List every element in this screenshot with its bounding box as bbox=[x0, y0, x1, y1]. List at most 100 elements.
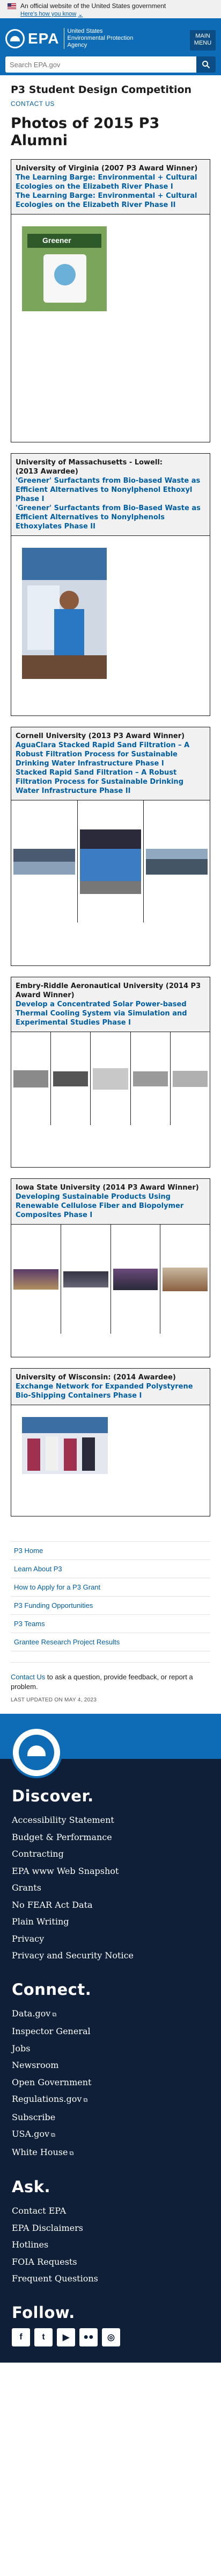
search-button[interactable] bbox=[196, 56, 216, 73]
epa-logo-text: EPA bbox=[28, 30, 60, 47]
footer-link[interactable]: Open Government bbox=[12, 2074, 209, 2091]
facebook-icon[interactable]: f bbox=[12, 2328, 30, 2346]
footer-link[interactable]: No FEAR Act Data bbox=[12, 1897, 209, 1914]
main-content: P3 Student Design Competition CONTACT US… bbox=[0, 75, 221, 1516]
flickr-icon[interactable]: ●● bbox=[79, 2328, 98, 2346]
alumni-box-uva: University of Virginia (2007 P3 Award Wi… bbox=[11, 159, 210, 442]
alumni-photo bbox=[93, 1068, 128, 1090]
search-icon bbox=[202, 61, 210, 69]
project-link[interactable]: The Learning Barge: Environmental + Cult… bbox=[16, 191, 205, 210]
project-link[interactable]: The Learning Barge: Environmental + Cult… bbox=[16, 173, 205, 191]
sidenav-item[interactable]: Learn About P3 bbox=[11, 1560, 210, 1578]
footer-link[interactable]: USA.gov ⧉ bbox=[12, 2126, 209, 2144]
how-you-know-link[interactable]: Here's how you know ⌄ bbox=[20, 11, 83, 18]
footer-link[interactable]: Hotlines bbox=[12, 2236, 209, 2253]
photo-cell bbox=[11, 800, 78, 922]
institution-name: University of Virginia (2007 P3 Award Wi… bbox=[16, 164, 198, 173]
project-link[interactable]: 'Greener' Surfactants from Bio-Based Was… bbox=[16, 504, 205, 531]
photo-cell bbox=[91, 1032, 131, 1125]
photo-caption-text: Greener bbox=[42, 236, 71, 245]
chevron-down-icon: ⌄ bbox=[78, 11, 83, 18]
connect-heading: Connect. bbox=[12, 1980, 92, 1999]
youtube-icon[interactable]: ▶ bbox=[57, 2328, 75, 2346]
footer-link[interactable]: Privacy bbox=[12, 1930, 209, 1948]
gov-banner: An official website of the United States… bbox=[0, 0, 221, 18]
us-flag-icon bbox=[8, 3, 16, 9]
search-input[interactable] bbox=[5, 56, 196, 73]
alumni-photo bbox=[63, 1271, 108, 1287]
alumni-box-embry-riddle: Embry-Riddle Aeronautical University (20… bbox=[11, 977, 210, 1168]
agency-name: United States Environmental Protection A… bbox=[63, 28, 133, 49]
alumni-photo bbox=[13, 1070, 49, 1087]
footer-link[interactable]: EPA www Web Snapshot bbox=[12, 1863, 209, 1880]
project-link[interactable]: Developing Sustainable Products Using Re… bbox=[16, 1192, 205, 1220]
photo-cell bbox=[160, 1225, 210, 1334]
project-link[interactable]: Stacked Rapid Sand Filtration – A Robust… bbox=[16, 768, 205, 796]
epa-logo[interactable]: EPA bbox=[5, 28, 60, 48]
footer-link[interactable]: Inspector General bbox=[12, 2023, 209, 2040]
page-title: Photos of 2015 P3 Alumni bbox=[11, 115, 160, 149]
discover-heading: Discover. bbox=[12, 1787, 94, 1805]
sidenav-item[interactable]: How to Apply for a P3 Grant bbox=[11, 1578, 210, 1597]
epa-footer-seal-icon bbox=[11, 1727, 62, 1778]
discover-list: Accessibility Statement Budget & Perform… bbox=[12, 1812, 209, 1964]
twitter-icon[interactable]: t bbox=[34, 2328, 53, 2346]
alumni-photo bbox=[13, 1269, 58, 1290]
p3-sidenav: P3 Home Learn About P3 How to Apply for … bbox=[11, 1541, 210, 1651]
photo-cell bbox=[61, 1225, 111, 1334]
footer-link[interactable]: Contracting bbox=[12, 1845, 209, 1863]
institution-name: Cornell University (2013 P3 Award Winner… bbox=[16, 732, 185, 740]
box-header: University of Wisconsin: (2014 Awardee) … bbox=[11, 1369, 210, 1405]
main-menu-button[interactable]: MAIN MENU bbox=[190, 30, 216, 51]
footer-link[interactable]: Subscribe bbox=[12, 2109, 209, 2126]
social-links: f t ▶ ●● ◎ bbox=[12, 2328, 209, 2346]
contact-us-link[interactable]: CONTACT US bbox=[11, 100, 210, 108]
institution-name: University of Massachusetts - Lowell: (20… bbox=[16, 459, 163, 476]
footer-link[interactable]: Frequent Questions bbox=[12, 2270, 209, 2287]
sidenav-item[interactable]: P3 Teams bbox=[11, 1615, 210, 1633]
instagram-icon[interactable]: ◎ bbox=[102, 2328, 120, 2346]
footer-link[interactable]: Accessibility Statement bbox=[12, 1812, 209, 1829]
box-header: University of Massachusetts - Lowell: (20… bbox=[11, 454, 210, 536]
photo-cell bbox=[111, 1225, 161, 1334]
footer-link[interactable]: Data.gov ⧉ bbox=[12, 2005, 209, 2023]
ask-list: Contact EPA EPA Disclaimers Hotlines FOI… bbox=[12, 2202, 209, 2287]
site-title[interactable]: P3 Student Design Competition bbox=[11, 84, 210, 96]
footer-link[interactable]: Newsroom bbox=[12, 2057, 209, 2074]
photo-cell bbox=[11, 1225, 61, 1334]
alumni-photo bbox=[113, 1268, 158, 1290]
ask-heading: Ask. bbox=[12, 2178, 51, 2196]
footer-link[interactable]: Contact EPA bbox=[12, 2202, 209, 2220]
alumni-box-iowa-state: Iowa State University (2014 P3 Award Win… bbox=[11, 1178, 210, 1357]
sidenav-item[interactable]: Grantee Research Project Results bbox=[11, 1633, 210, 1651]
footer-top-bar bbox=[0, 1714, 221, 1778]
external-link-icon: ⧉ bbox=[51, 2131, 55, 2138]
lower-section: P3 Home Learn About P3 How to Apply for … bbox=[0, 1527, 221, 1703]
footer-link[interactable]: Budget & Performance bbox=[12, 1829, 209, 1846]
photo-cell bbox=[78, 800, 144, 922]
sidenav-item[interactable]: P3 Funding Opportunities bbox=[11, 1597, 210, 1615]
contact-us-footer-link[interactable]: Contact Us bbox=[11, 1673, 45, 1681]
photo-cell bbox=[171, 1032, 210, 1125]
last-updated: LAST UPDATED ON MAY 4, 2023 bbox=[11, 1697, 97, 1703]
footer-link[interactable]: Regulations.gov ⧉ bbox=[12, 2091, 209, 2109]
contact-paragraph: Contact Us to ask a question, provide fe… bbox=[11, 1662, 210, 1692]
site-header: EPA United States Environmental Protecti… bbox=[0, 18, 221, 75]
footer-link[interactable]: White House ⧉ bbox=[12, 2144, 209, 2162]
project-link[interactable]: Exchange Network for Expanded Polystyren… bbox=[16, 1382, 205, 1400]
footer-link[interactable]: Grants bbox=[12, 1879, 209, 1897]
footer-link[interactable]: Plain Writing bbox=[12, 1913, 209, 1930]
project-link[interactable]: 'Greener' Surfactants from Bio-based Was… bbox=[16, 476, 205, 504]
alumni-photo bbox=[22, 548, 107, 679]
project-link[interactable]: Develop a Concentrated Solar Power-based… bbox=[16, 1000, 205, 1027]
alumni-box-cornell: Cornell University (2013 P3 Award Winner… bbox=[11, 727, 210, 966]
connect-list: Data.gov ⧉ Inspector General Jobs Newsroo… bbox=[12, 2005, 209, 2162]
project-link[interactable]: AguaClara Stacked Rapid Sand Filtration … bbox=[16, 741, 205, 768]
alumni-photo bbox=[22, 1417, 108, 1474]
footer-link[interactable]: Jobs bbox=[12, 2040, 209, 2057]
footer-link[interactable]: EPA Disclaimers bbox=[12, 2220, 209, 2237]
institution-name: University of Wisconsin: (2014 Awardee) bbox=[16, 1373, 176, 1382]
footer-link[interactable]: FOIA Requests bbox=[12, 2253, 209, 2271]
footer-link[interactable]: Privacy and Security Notice bbox=[12, 1947, 209, 1964]
sidenav-item[interactable]: P3 Home bbox=[11, 1542, 210, 1560]
